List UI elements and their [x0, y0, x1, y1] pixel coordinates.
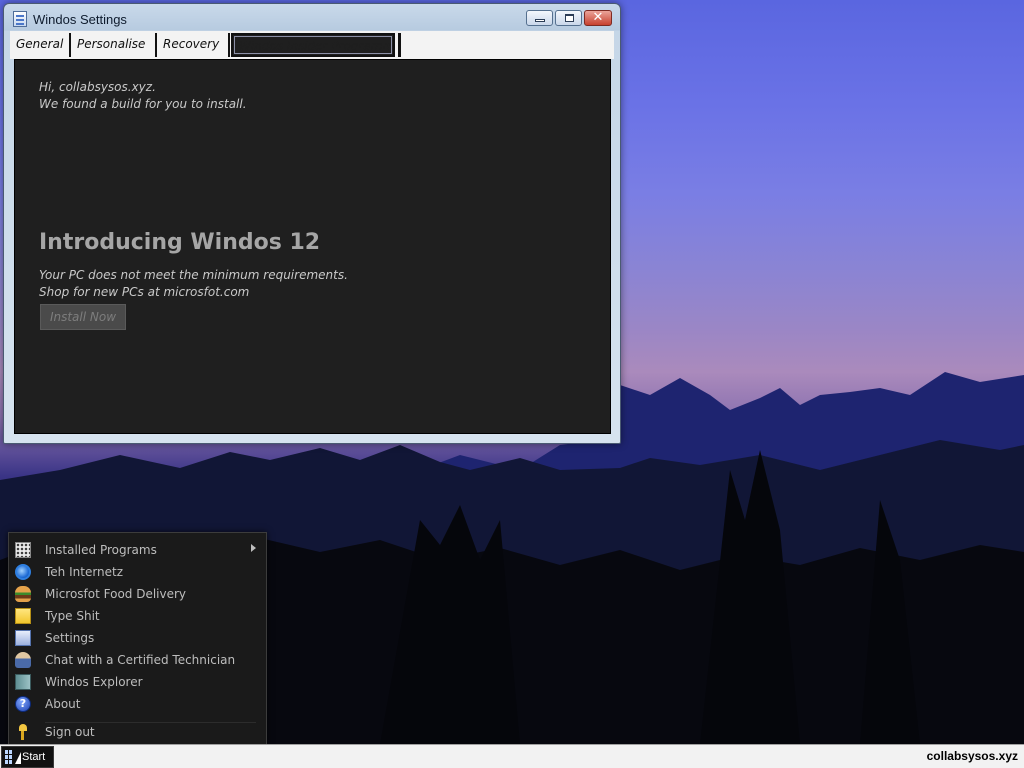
menu-item-food-delivery[interactable]: Microsfot Food Delivery: [9, 583, 266, 605]
key-icon: [19, 724, 27, 740]
menu-item-type[interactable]: Type Shit: [9, 605, 266, 627]
menu-item-explorer[interactable]: Windos Explorer: [9, 671, 266, 693]
start-logo-icon: [5, 750, 13, 764]
burger-icon: [15, 586, 31, 602]
programs-icon: [15, 542, 31, 558]
maximize-icon: [565, 14, 574, 22]
about-icon: ?: [15, 696, 31, 712]
submenu-arrow-icon: [251, 544, 256, 552]
menu-item-label: Chat with a Certified Technician: [45, 653, 236, 667]
tab-insider-programme[interactable]: Windos Insider Programme: [231, 33, 395, 57]
explorer-icon: [15, 674, 31, 690]
mouse-cursor-icon: [15, 752, 21, 764]
menu-item-label: Windos Explorer: [45, 675, 143, 689]
menu-item-sign-out[interactable]: Sign out: [9, 721, 266, 743]
tab-personalise[interactable]: Personalise: [71, 33, 157, 57]
close-button[interactable]: ✕: [584, 10, 612, 26]
build-found-line: We found a build for you to install.: [39, 97, 247, 111]
start-label: Start: [22, 751, 46, 763]
tab-general[interactable]: General: [10, 33, 71, 57]
menu-item-installed-programs[interactable]: Installed Programs: [9, 539, 266, 561]
page-headline: Introducing Windos 12: [39, 230, 321, 255]
menu-item-about[interactable]: ? About: [9, 693, 266, 715]
menu-item-internet[interactable]: Teh Internetz: [9, 561, 266, 583]
greeting-line: Hi, collabsysos.xyz.: [39, 80, 156, 94]
internet-explorer-icon: [15, 564, 31, 580]
menu-item-label: About: [45, 697, 81, 711]
close-icon: ✕: [592, 10, 604, 25]
tab-strip: General Personalise Recovery Windos Insi…: [10, 31, 614, 59]
window-controls: ✕: [526, 10, 612, 26]
menu-item-label: Teh Internetz: [45, 565, 124, 579]
start-menu: Installed Programs Teh Internetz Microsf…: [8, 532, 267, 746]
menu-item-settings[interactable]: Settings: [9, 627, 266, 649]
maximize-button[interactable]: [555, 10, 582, 26]
menu-item-label: Installed Programs: [45, 543, 157, 557]
notepad-icon: [15, 608, 31, 624]
requirements-line: Your PC does not meet the minimum requir…: [39, 268, 348, 282]
menu-item-label: Type Shit: [45, 609, 100, 623]
shop-line: Shop for new PCs at microsfot.com: [39, 285, 250, 299]
technician-icon: [15, 652, 31, 668]
menu-item-label: Settings: [45, 631, 95, 645]
start-button[interactable]: Start: [1, 746, 54, 768]
tab-divider: [398, 33, 401, 57]
minimize-button[interactable]: [526, 10, 553, 26]
settings-app-icon: [13, 11, 27, 27]
settings-window: Windos Settings ✕ General Personalise Re…: [3, 3, 621, 444]
menu-item-label: Microsfot Food Delivery: [45, 587, 187, 601]
install-now-button[interactable]: Install Now: [40, 304, 126, 330]
minimize-icon: [535, 19, 545, 22]
window-title: Windos Settings: [33, 12, 127, 27]
menu-item-label: Sign out: [45, 725, 95, 739]
insider-panel: Hi, collabsysos.xyz. We found a build fo…: [14, 59, 611, 434]
requirements-text: Your PC does not meet the minimum requir…: [39, 267, 348, 301]
tab-recovery[interactable]: Recovery: [157, 33, 230, 57]
settings-icon: [15, 630, 31, 646]
menu-item-chat-technician[interactable]: Chat with a Certified Technician: [9, 649, 266, 671]
tray-username: collabsysos.xyz: [926, 749, 1018, 763]
greeting-text: Hi, collabsysos.xyz. We found a build fo…: [39, 79, 247, 113]
taskbar: Start collabsysos.xyz: [0, 744, 1024, 768]
window-titlebar[interactable]: Windos Settings ✕: [4, 4, 620, 32]
